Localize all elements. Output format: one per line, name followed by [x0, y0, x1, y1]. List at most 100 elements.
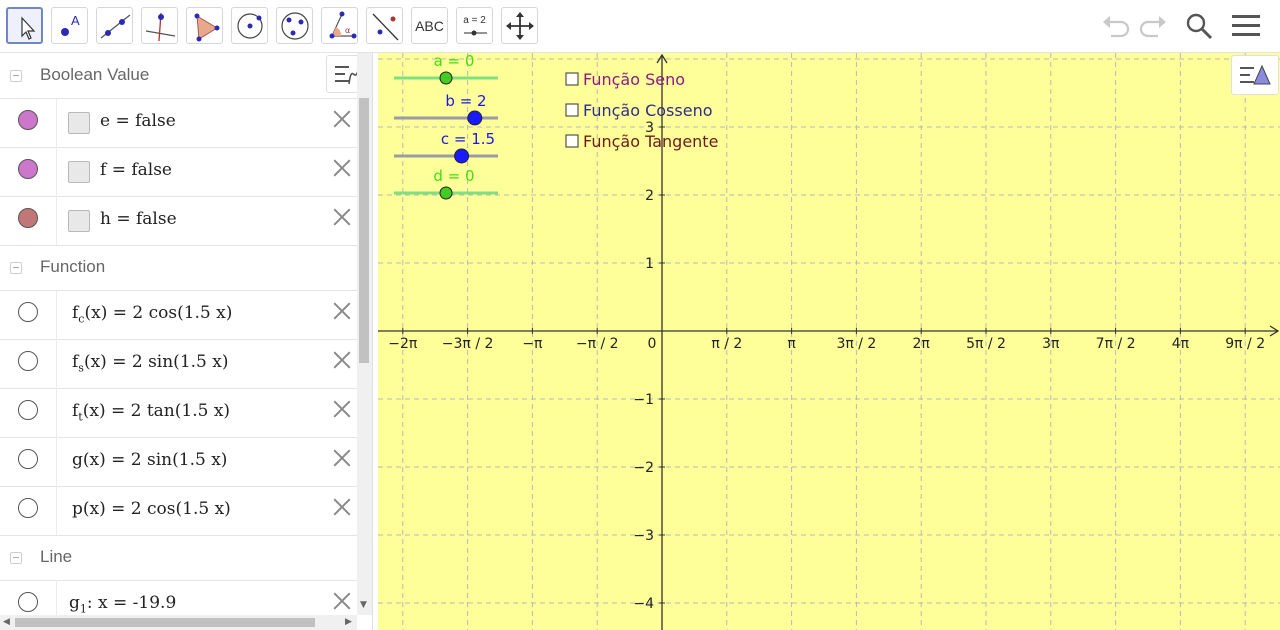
redo-icon	[1139, 16, 1166, 38]
x-tick-label: −2π	[388, 336, 418, 352]
hamburger-menu-icon	[1232, 15, 1260, 36]
delete-icon[interactable]	[333, 592, 351, 610]
main-menu-button[interactable]	[1229, 10, 1263, 42]
point-tool-button[interactable]: A	[51, 7, 88, 44]
delete-icon[interactable]	[333, 351, 351, 369]
move-tool-button[interactable]	[6, 7, 43, 44]
visibility-toggle[interactable]	[18, 498, 38, 518]
conic-icon	[281, 12, 309, 40]
algebra-horizontal-scrollbar[interactable]: ◀ ▶	[0, 615, 357, 630]
collapse-icon[interactable]	[10, 70, 22, 82]
slider-label: b = 2	[445, 92, 486, 110]
function-checkbox[interactable]	[565, 134, 579, 148]
visibility-toggle[interactable]	[18, 592, 38, 612]
move-graphics-view-icon	[506, 12, 534, 40]
polygon-tool-button[interactable]	[186, 7, 223, 44]
slider-handle[interactable]	[439, 71, 453, 85]
delete-icon[interactable]	[333, 159, 351, 177]
text-tool-label: ABC	[415, 17, 444, 34]
x-tick-label: 4π	[1172, 336, 1190, 352]
section-title: Function	[40, 257, 106, 276]
divider	[56, 486, 57, 535]
search-icon	[1186, 13, 1213, 40]
y-tick-label: −1	[633, 392, 654, 408]
toolbar: A α ABC a = 2	[0, 0, 1280, 53]
graphics-view[interactable]: −2π −3π / 2 −π −π / 2 0 π / 2 π 3π / 2 2π 5π / 2 3…	[378, 53, 1280, 630]
move-graphics-view-tool-button[interactable]	[501, 7, 538, 44]
algebra-row-e[interactable]: e = false	[0, 98, 357, 148]
slider-handle[interactable]	[467, 110, 483, 126]
divider	[56, 580, 57, 615]
algebra-expression: ft(x) = 2 tan(1.5 x)	[72, 401, 231, 424]
delete-icon[interactable]	[333, 449, 351, 467]
visibility-toggle[interactable]	[18, 302, 38, 322]
line-tool-button[interactable]	[96, 7, 133, 44]
function-checkbox-label[interactable]: Função Seno	[583, 70, 685, 89]
section-boolean-value[interactable]: Boolean Value	[0, 53, 357, 99]
algebra-row-p[interactable]: p(x) = 2 cos(1.5 x)	[0, 486, 357, 536]
graphics-style-bar-icon	[1240, 64, 1271, 85]
delete-icon[interactable]	[333, 110, 351, 128]
boolean-checkbox[interactable]	[68, 210, 90, 232]
graphics-style-bar-button[interactable]	[1231, 55, 1279, 95]
conic-tool-button[interactable]	[276, 7, 313, 44]
x-tick-label: π	[787, 336, 796, 352]
delete-icon[interactable]	[333, 498, 351, 516]
slider-handle[interactable]	[454, 148, 470, 164]
y-tick-label: 1	[645, 256, 654, 272]
visibility-toggle[interactable]	[18, 110, 38, 130]
algebra-row-ft[interactable]: ft(x) = 2 tan(1.5 x)	[0, 388, 357, 438]
algebra-row-h[interactable]: h = false	[0, 196, 357, 246]
slider-tool-button[interactable]: a = 2	[456, 7, 493, 44]
scroll-left-arrow-icon[interactable]: ◀	[3, 617, 10, 627]
visibility-toggle[interactable]	[18, 449, 38, 469]
algebra-expression: e = false	[100, 111, 176, 131]
function-checkbox-label[interactable]: Função Tangente	[583, 132, 718, 151]
section-title: Boolean Value	[40, 65, 150, 84]
perpendicular-line-tool-button[interactable]	[141, 7, 178, 44]
x-tick-label: 3π	[1042, 336, 1060, 352]
section-function[interactable]: Function	[0, 245, 357, 291]
algebra-row-fc[interactable]: fc(x) = 2 cos(1.5 x)	[0, 290, 357, 340]
undo-button[interactable]	[1099, 10, 1133, 42]
algebra-row-f[interactable]: f = false	[0, 147, 357, 197]
visibility-toggle[interactable]	[18, 351, 38, 371]
collapse-icon[interactable]	[10, 262, 22, 274]
visibility-toggle[interactable]	[18, 159, 38, 179]
delete-icon[interactable]	[333, 400, 351, 418]
scroll-down-arrow-icon[interactable]: ▼	[360, 600, 367, 610]
divider	[56, 196, 57, 245]
algebra-row-g[interactable]: g(x) = 2 sin(1.5 x)	[0, 437, 357, 487]
visibility-toggle[interactable]	[18, 400, 38, 420]
x-tick-label: −π	[522, 336, 543, 352]
function-checkbox[interactable]	[565, 72, 579, 86]
search-button[interactable]	[1182, 10, 1216, 42]
algebra-vertical-scrollbar[interactable]: ▼	[357, 53, 372, 615]
circle-tool-button[interactable]	[231, 7, 268, 44]
scrollbar-thumb[interactable]	[359, 98, 369, 363]
scroll-right-arrow-icon[interactable]: ▶	[345, 617, 352, 627]
angle-tool-button[interactable]: α	[321, 7, 358, 44]
algebra-expression: g(x) = 2 sin(1.5 x)	[72, 450, 228, 470]
boolean-checkbox[interactable]	[68, 112, 90, 134]
text-tool-button[interactable]: ABC	[411, 7, 448, 44]
cursor-arrow-icon	[21, 16, 36, 40]
function-checkbox[interactable]	[565, 103, 579, 117]
section-line[interactable]: Line	[0, 535, 357, 581]
collapse-icon[interactable]	[10, 552, 22, 564]
delete-icon[interactable]	[333, 208, 351, 226]
scrollbar-thumb[interactable]	[15, 618, 315, 627]
boolean-checkbox[interactable]	[68, 161, 90, 183]
reflect-tool-button[interactable]	[366, 7, 403, 44]
section-title: Line	[40, 547, 73, 566]
x-tick-label: −π / 2	[576, 336, 619, 352]
x-tick-label: 5π / 2	[966, 336, 1006, 352]
redo-button[interactable]	[1136, 10, 1170, 42]
slider-handle[interactable]	[439, 186, 453, 200]
algebra-row-fs[interactable]: fs(x) = 2 sin(1.5 x)	[0, 339, 357, 389]
visibility-toggle[interactable]	[18, 208, 38, 228]
delete-icon[interactable]	[333, 302, 351, 320]
function-checkbox-label[interactable]: Função Cosseno	[583, 101, 713, 120]
algebra-row-g1[interactable]: g1: x = -19.9	[0, 580, 357, 615]
graphics-background	[378, 53, 1280, 630]
